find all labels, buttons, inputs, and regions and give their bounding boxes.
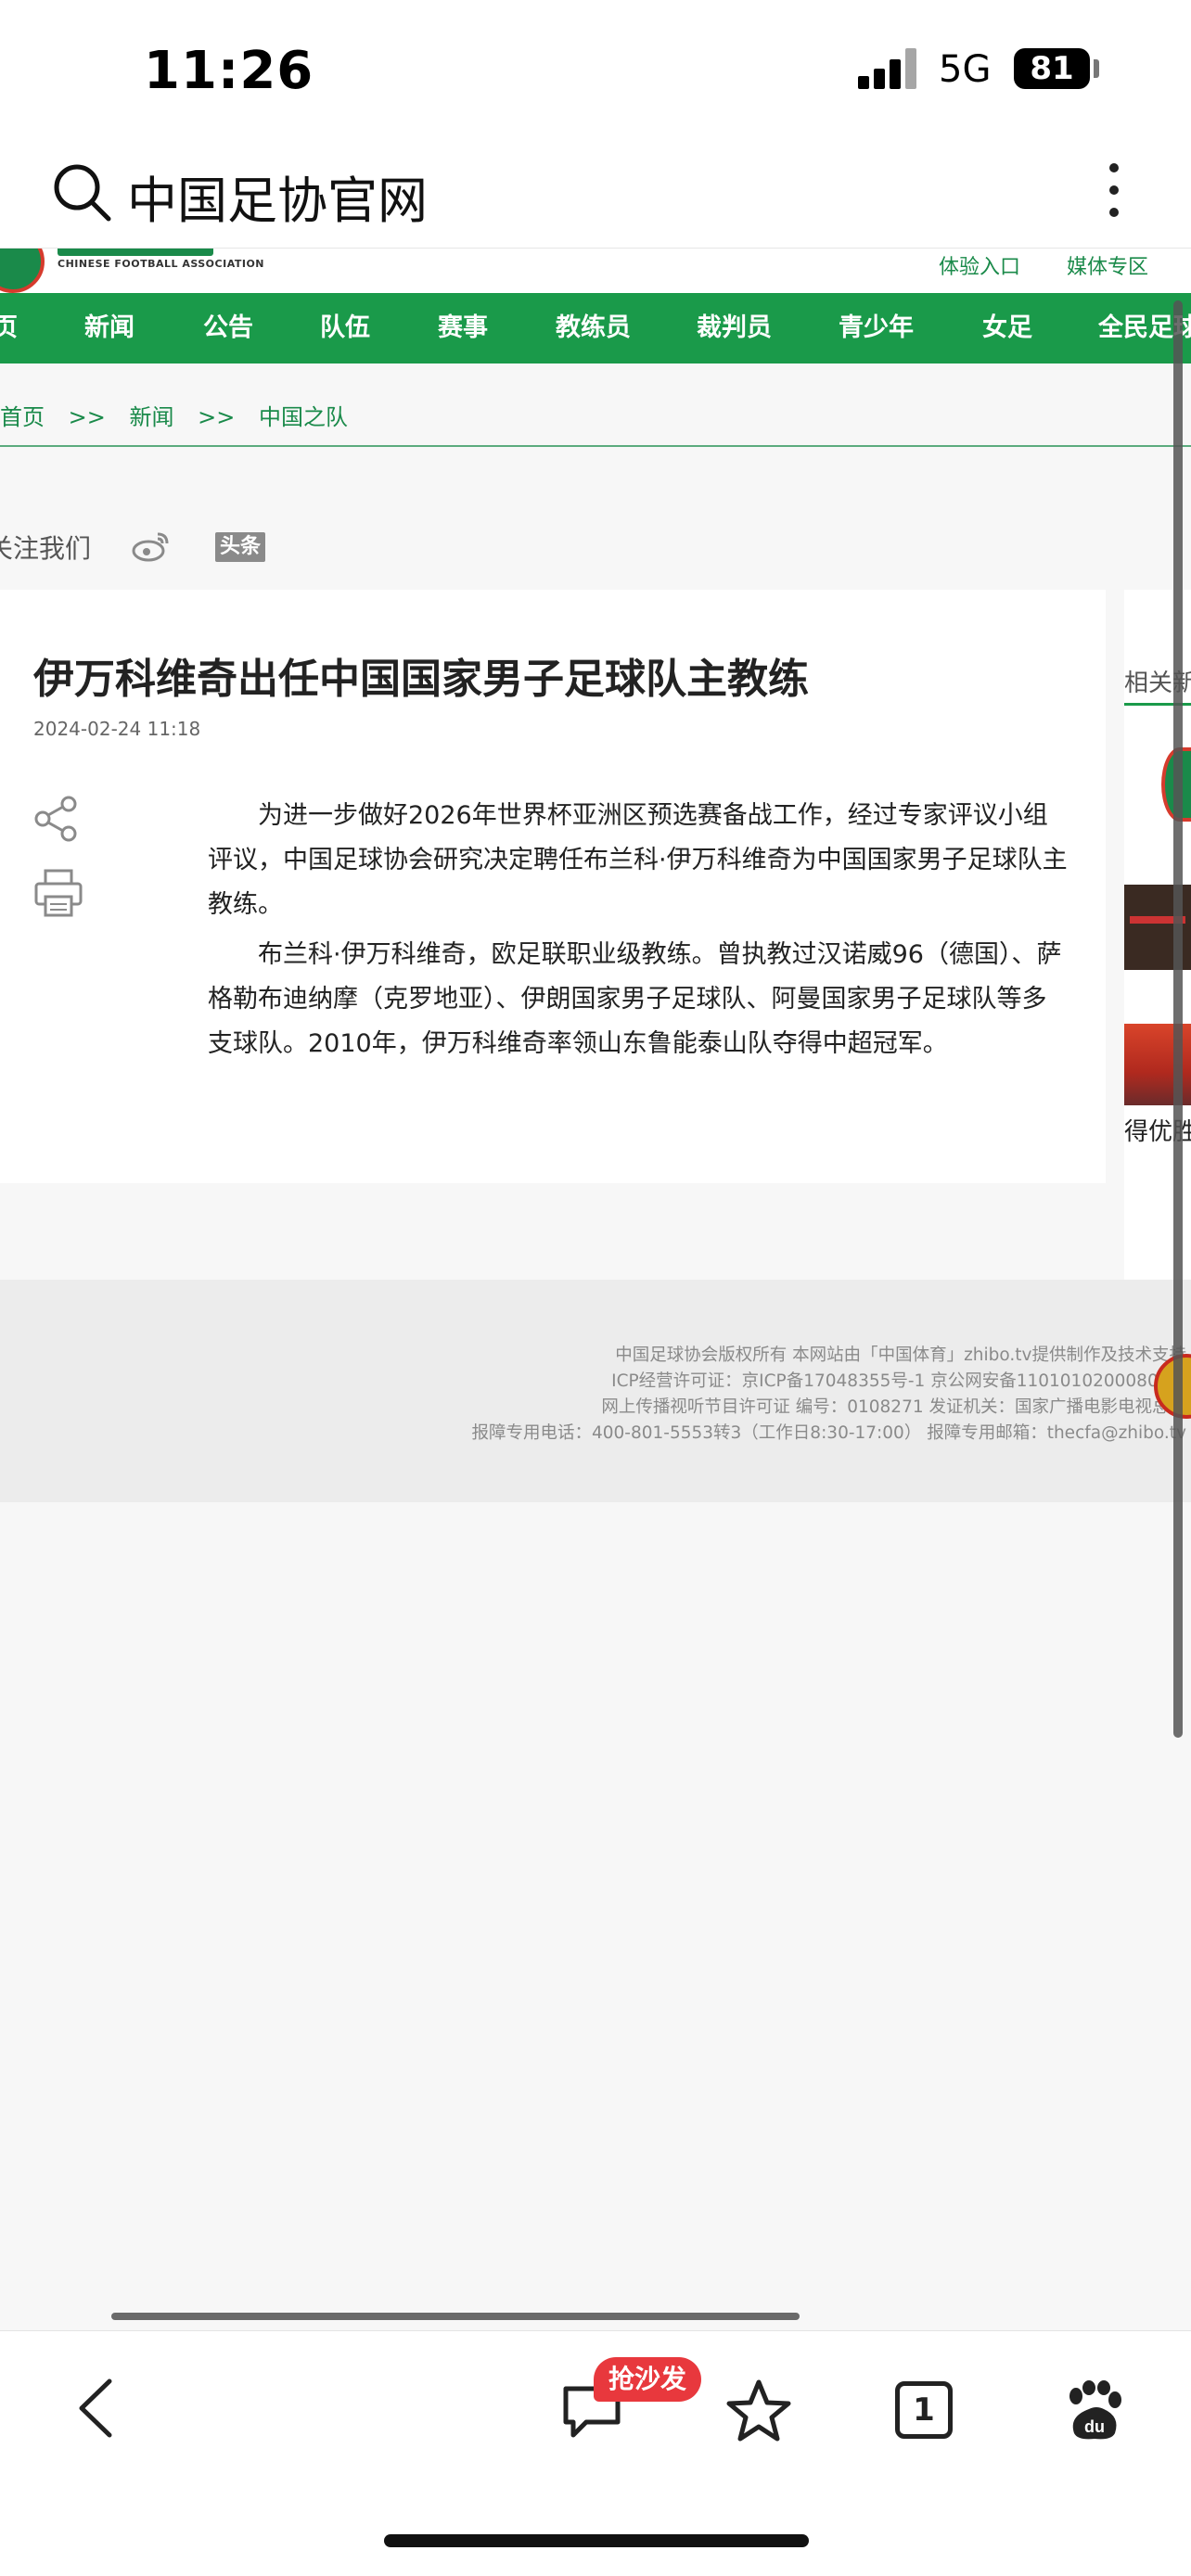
nav-item-referees[interactable]: 裁判员: [697, 293, 772, 363]
breadcrumb-divider: [0, 445, 1191, 447]
share-icon[interactable]: [33, 796, 80, 842]
svg-text:du: du: [1084, 2417, 1105, 2436]
article-card: 伊万科维奇出任中国国家男子足球队主教练 2024-02-24 11:18 为进一…: [0, 590, 1106, 1183]
site-top-bar: CHINESE FOOTBALL ASSOCIATION 体验入口 媒体专区: [0, 249, 1191, 293]
search-header[interactable]: 中国足协官网: [0, 139, 1191, 249]
breadcrumb: 首页 >> 新闻 >> 中国之队: [0, 399, 365, 431]
toplink-entry[interactable]: 体验入口: [939, 250, 1020, 280]
site-footer: 中国足球协会版权所有 本网站由「中国体育」zhibo.tv提供制作及技术支持 I…: [0, 1280, 1191, 1502]
footer-contact: 报障专用电话：400-801-5553转3（工作日8:30-17:00） 报障专…: [471, 1423, 1186, 1443]
breadcrumb-china-team[interactable]: 中国之队: [259, 404, 348, 430]
footer-icp[interactable]: ICP经营许可证：京ICP备17048355号-1 京公网安备110101020…: [471, 1369, 1186, 1395]
breadcrumb-news[interactable]: 新闻: [130, 404, 174, 430]
toutiao-icon[interactable]: 头条: [215, 532, 265, 562]
main-nav: 页 新闻 公告 队伍 赛事 教练员 裁判员 青少年 女足 全民足球: [0, 293, 1191, 363]
breadcrumb-separator: >>: [68, 404, 106, 430]
breadcrumb-home[interactable]: 首页: [0, 404, 45, 430]
back-icon[interactable]: [72, 2376, 119, 2441]
tabs-button[interactable]: 1: [895, 2381, 953, 2439]
nav-item-women[interactable]: 女足: [982, 293, 1032, 363]
network-type: 5G: [939, 48, 992, 91]
print-icon[interactable]: [33, 868, 83, 918]
logo-subtitle: CHINESE FOOTBALL ASSOCIATION: [58, 258, 265, 270]
more-vertical-icon[interactable]: [1104, 163, 1124, 224]
toplink-media[interactable]: 媒体专区: [1067, 250, 1148, 280]
article-title: 伊万科维奇出任中国国家男子足球队主教练: [33, 656, 809, 703]
logo-wordmark: [58, 249, 213, 256]
footer-text: 中国足球协会版权所有 本网站由「中国体育」zhibo.tv提供制作及技术支持 I…: [471, 1343, 1186, 1447]
baidu-paw-icon[interactable]: du: [1061, 2379, 1126, 2444]
status-bar: 11:26 5G 81: [0, 0, 1191, 139]
nav-item-home[interactable]: 页: [0, 293, 18, 363]
nav-item-news[interactable]: 新闻: [84, 293, 134, 363]
battery-level: 81: [1030, 50, 1074, 87]
weibo-icon[interactable]: [132, 530, 171, 562]
nav-item-events[interactable]: 赛事: [438, 293, 488, 363]
horizontal-scrollbar[interactable]: [111, 2313, 800, 2320]
nav-item-coaches[interactable]: 教练员: [556, 293, 631, 363]
battery-icon: 81: [1014, 48, 1090, 89]
footer-copyright: 中国足球协会版权所有 本网站由「中国体育」zhibo.tv提供制作及技术支持: [615, 1345, 1186, 1365]
article-paragraph: 为进一步做好2026年世界杯亚洲区预选赛备战工作，经过专家评议小组评议，中国足球…: [208, 801, 1068, 919]
star-icon[interactable]: [725, 2378, 792, 2444]
battery-cap: [1094, 59, 1099, 78]
vertical-scrollbar[interactable]: [1173, 300, 1183, 1738]
webpage: CHINESE FOOTBALL ASSOCIATION 体验入口 媒体专区 页…: [0, 249, 1191, 2330]
search-query[interactable]: 中国足协官网: [127, 159, 428, 233]
article-body: 为进一步做好2026年世界杯亚洲区预选赛备战工作，经过专家评议小组评议，中国足球…: [208, 794, 1070, 1072]
nav-item-teams[interactable]: 队伍: [320, 293, 370, 363]
search-icon[interactable]: [51, 161, 112, 223]
status-time: 11:26: [144, 41, 314, 101]
follow-us-label: 关注我们: [0, 533, 92, 564]
cfa-logo-icon[interactable]: [0, 249, 45, 293]
nav-item-youth[interactable]: 青少年: [839, 293, 914, 363]
article-date: 2024-02-24 11:18: [33, 718, 201, 740]
comment-badge[interactable]: 抢沙发: [594, 2357, 702, 2402]
footer-license: 网上传播视听节目许可证 编号：0108271 发证机关：国家广播电影电视总局: [601, 1397, 1186, 1417]
home-indicator[interactable]: [384, 2534, 809, 2547]
article-paragraph: 布兰科·伊万科维奇，欧足联职业级教练。曾执教过汉诺威96（德国）、萨格勒布迪纳摩…: [208, 940, 1062, 1058]
nav-item-notices[interactable]: 公告: [203, 293, 253, 363]
breadcrumb-separator: >>: [198, 404, 236, 430]
signal-icon: [858, 48, 917, 89]
